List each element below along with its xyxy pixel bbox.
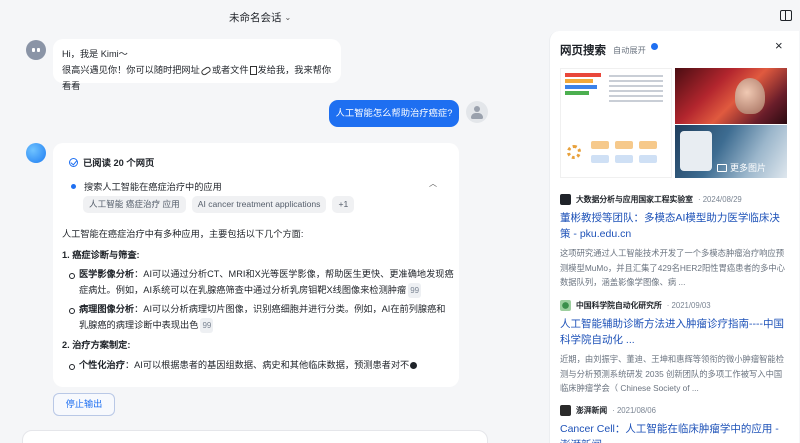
answer-bubble: 已阅读 20 个网页 搜索人工智能在癌症治疗中的应用 ︿ 人工智能 癌症治疗 应… (53, 143, 459, 387)
user-message-bubble: 人工智能怎么帮助治疗癌症? (329, 100, 459, 127)
file-icon (249, 66, 257, 76)
site-icon (560, 194, 571, 205)
source-title-link[interactable]: Cancer Cell：人工智能在临床肿瘤学中的应用 - 澎湃新闻 (560, 421, 790, 443)
keyword-tag[interactable]: AI cancer treatment applications (191, 196, 327, 213)
conversation-title: 未命名会话 (229, 12, 282, 24)
top-bar: 未命名会话 ⌄ (0, 0, 800, 32)
answer-intro: 人工智能在癌症治疗中有多种应用，主要包括以下几个方面: (62, 229, 304, 239)
bullet-item: 医学影像分析：AI可以通过分析CT、MRI和X光等医学影像，帮助医生更快、更准确… (62, 267, 454, 298)
source-snippet: 近期，由刘振宇、董迪、王坤和惠辉等领衔的微小肿瘤智能检测与分析预测系统研发 20… (560, 354, 785, 393)
answer-text: 人工智能在癌症治疗中有多种应用，主要包括以下几个方面: 1. 癌症诊断与筛查: … (62, 227, 454, 373)
source-card[interactable]: 澎湃新闻 · 2021/08/06 Cancer Cell：人工智能在临床肿瘤学… (560, 405, 790, 443)
link-icon (199, 65, 212, 76)
section-title: 1. 癌症诊断与筛查: (62, 249, 140, 260)
keyword-tag[interactable]: 人工智能 癌症治疗 应用 (83, 196, 186, 213)
chevron-up-icon[interactable]: ︿ (429, 178, 437, 189)
user-avatar-icon (466, 101, 488, 123)
result-image[interactable] (675, 68, 787, 124)
greeting-line2: 很高兴遇见你！你可以随时把网址 或者文件 发给我，我来帮你看看 (62, 65, 332, 91)
panel-title: 网页搜索 (560, 45, 606, 57)
sidebar-toggle-icon[interactable] (780, 10, 792, 21)
auto-expand-toggle[interactable] (651, 43, 658, 50)
chevron-down-icon: ⌄ (284, 13, 292, 22)
stop-output-button[interactable]: 停止输出 (53, 393, 115, 416)
step-dot-icon (71, 183, 76, 189)
search-keyword-tags: 人工智能 癌症治疗 应用 AI cancer treatment applica… (83, 196, 355, 213)
bullet-item: 病理图像分析：AI可以分析病理切片图像，识别癌细胞并进行分类。例如，AI在前列腺… (62, 302, 454, 333)
site-icon (560, 405, 571, 416)
check-circle-icon (69, 157, 78, 167)
more-images-button[interactable]: 更多图片 (717, 161, 766, 174)
source-card[interactable]: 中国科学院自动化研究所 · 2021/09/03 人工智能辅助诊断方法进入肿瘤诊… (560, 300, 790, 396)
pages-read-label: 已阅读 20 个网页 (83, 158, 155, 168)
source-title-link[interactable]: 人工智能辅助诊断方法进入肿瘤诊疗指南----中国科学院自动化 ... (560, 316, 790, 348)
auto-expand-label: 自动展开 (613, 46, 646, 55)
source-snippet: 这项研究通过人工智能技术开发了一个多模态肿瘤治疗响应预测模型MuMo，并且汇集了… (560, 248, 785, 287)
section-title: 2. 治疗方案制定: (62, 340, 131, 350)
greeting-line1: Hi，我是 Kimi～ (62, 49, 128, 59)
greeting-bubble: Hi，我是 Kimi～ 很高兴遇见你！你可以随时把网址 或者文件 发给我，我来帮你看… (53, 39, 341, 91)
citation-icon[interactable]: 99 (408, 282, 422, 298)
kimi-answer-avatar (26, 143, 46, 163)
search-step-row: 搜索人工智能在癌症治疗中的应用 (71, 179, 222, 193)
picture-icon (717, 163, 727, 172)
search-step-label: 搜索人工智能在癌症治疗中的应用 (84, 182, 222, 192)
message-input[interactable] (22, 430, 488, 443)
result-image[interactable] (560, 68, 672, 178)
citation-icon[interactable]: 99 (200, 317, 214, 333)
pages-read-row: 已阅读 20 个网页 (69, 155, 154, 169)
conversation-title-dropdown[interactable]: 未命名会话 ⌄ (229, 10, 291, 25)
site-icon (560, 300, 571, 311)
typing-cursor-icon (410, 361, 418, 369)
web-search-panel: 网页搜索 自动展开 × 更多图片 大数据分析与应用国家工程实验室 · 2024/… (549, 31, 799, 443)
close-icon[interactable]: × (775, 38, 783, 53)
source-card[interactable]: 大数据分析与应用国家工程实验室 · 2024/08/29 董彬教授等团队：多模态… (560, 194, 790, 290)
keyword-tag-more[interactable]: +1 (332, 196, 355, 213)
kimi-avatar (26, 40, 46, 60)
bullet-item: 个性化治疗：AI可以根据患者的基因组数据、病史和其他临床数据，预测患者对不 (62, 358, 454, 374)
source-title-link[interactable]: 董彬教授等团队：多模态AI模型助力医学临床决策 - pku.edu.cn (560, 210, 790, 242)
